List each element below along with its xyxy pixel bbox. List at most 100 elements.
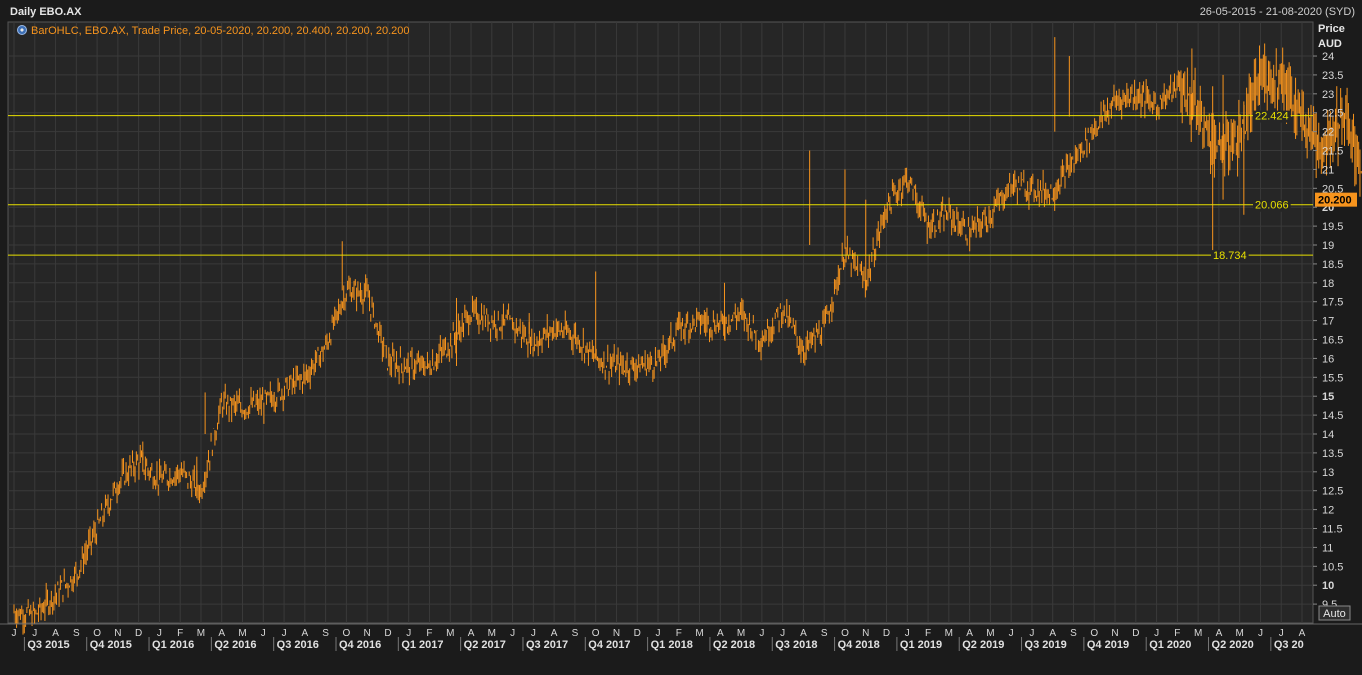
y-tick-label: 10.5 [1322,561,1343,573]
x-month-label: F [426,628,432,639]
x-month-label: O [592,628,600,639]
y-tick-label: 13.5 [1322,448,1343,460]
x-month-label: F [925,628,931,639]
chart: 22.424 20.066 18.734 9.5 10 10.5 11 11.5 12 12.5… [0,0,1362,670]
x-month-label: J [656,628,661,639]
x-month-label: J [157,628,162,639]
x-month-label: A [468,628,475,639]
x-month-label: A [966,628,973,639]
hline-label: 18.734 [1213,250,1247,262]
x-month-label: D [1132,628,1139,639]
x-month-label: J [780,628,785,639]
x-quarter-label: Q3 2015 [27,639,69,651]
x-quarter-label: Q2 2020 [1212,639,1254,651]
y-tick-label: 12.5 [1322,486,1343,498]
y-tick-label: 14.5 [1322,410,1343,422]
x-month-label: J [531,628,536,639]
y-tick-label: 16.5 [1322,335,1343,347]
x-month-label: M [238,628,246,639]
auto-button-label[interactable]: Auto [1323,608,1346,620]
x-month-label: A [800,628,807,639]
x-quarter-label: Q4 2016 [339,639,381,651]
x-month-label: A [1216,628,1223,639]
x-month-label: M [488,628,496,639]
x-month-label: F [1174,628,1180,639]
x-month-label: J [406,628,411,639]
x-month-label: D [135,628,142,639]
hline-label: 22.424 [1255,111,1289,123]
x-quarter-label: Q1 2019 [900,639,942,651]
x-quarter-label: Q1 2016 [152,639,194,651]
x-month-label: J [510,628,515,639]
y-tick-label: 15.5 [1322,372,1343,384]
y-tick-label: 12 [1322,505,1334,517]
x-quarter-label: Q2 2017 [464,639,506,651]
y-tick-label: 11.5 [1322,524,1343,536]
x-month-label: J [282,628,287,639]
y-tick-label: 15 [1322,391,1334,403]
x-month-label: N [114,628,121,639]
x-quarter-label: Q1 2018 [651,639,693,651]
y-tick-label: 19 [1322,240,1334,252]
hline-label: 20.066 [1255,200,1289,212]
y-tick-label: 10 [1322,580,1334,592]
x-month-label: D [634,628,641,639]
x-quarter-label: Q2 2019 [962,639,1004,651]
x-month-label: N [364,628,371,639]
x-quarter-label: Q3 2018 [775,639,817,651]
x-month-label: O [841,628,849,639]
x-month-label: S [322,628,329,639]
y-tick-label: 18.5 [1322,259,1343,271]
x-quarter-label: Q2 2016 [214,639,256,651]
x-month-label: A [52,628,59,639]
x-month-label: A [717,628,724,639]
date-range: 26-05-2015 - 21-08-2020 (SYD) [1200,6,1355,18]
y-axis-title: Price [1318,23,1345,35]
y-tick-label: 13 [1322,467,1334,479]
x-month-label: S [821,628,828,639]
x-quarter-label: Q3 2017 [526,639,568,651]
x-quarter-label: Q3 20 [1274,639,1304,651]
y-tick-label: 11 [1322,542,1333,554]
x-month-label: J [1258,628,1263,639]
x-month-label: M [446,628,454,639]
x-quarter-label: Q2 2018 [713,639,755,651]
x-month-label: A [302,628,309,639]
x-month-label: O [93,628,101,639]
x-month-label: J [905,628,910,639]
y-tick-label: 18 [1322,278,1334,290]
y-tick-label: 22.5 [1322,108,1343,120]
y-tick-label: 21.5 [1322,146,1343,158]
x-month-label: J [1154,628,1159,639]
legend[interactable]: BarOHLC, EBO.AX, Trade Price, 20-05-2020… [17,25,410,37]
x-month-label: J [32,628,37,639]
x-month-label: O [1090,628,1098,639]
x-month-label: S [572,628,579,639]
x-axis: JJASONDJFMAMJJASONDJFMAMJJASONDJFMAMJJAS… [0,623,1362,651]
x-month-label: S [73,628,80,639]
x-month-label: S [1070,628,1077,639]
x-month-label: M [737,628,745,639]
last-price-value: 20.200 [1318,195,1352,207]
y-tick-label: 19.5 [1322,221,1343,233]
x-month-label: J [1009,628,1014,639]
x-quarter-label: Q4 2019 [1087,639,1129,651]
auto-button[interactable]: Auto [1318,605,1351,621]
chart-svg: 22.42420.06618.734 9.51010.51111.51212.5… [0,6,1362,651]
x-month-label: J [1029,628,1034,639]
x-month-label: A [1049,628,1056,639]
x-month-label: A [551,628,558,639]
x-month-label: F [177,628,183,639]
x-quarter-label: Q1 2020 [1149,639,1191,651]
x-month-label: M [986,628,994,639]
x-quarter-label: Q4 2015 [90,639,132,651]
y-tick-label: 17 [1322,316,1334,328]
x-month-label: D [883,628,890,639]
y-tick-label: 22 [1322,127,1334,139]
x-quarter-label: Q3 2016 [277,639,319,651]
y-tick-label: 17.5 [1322,297,1343,309]
y-axis-unit: AUD [1318,38,1342,50]
x-month-label: M [695,628,703,639]
x-month-label: M [945,628,953,639]
y-tick-label: 23.5 [1322,70,1343,82]
